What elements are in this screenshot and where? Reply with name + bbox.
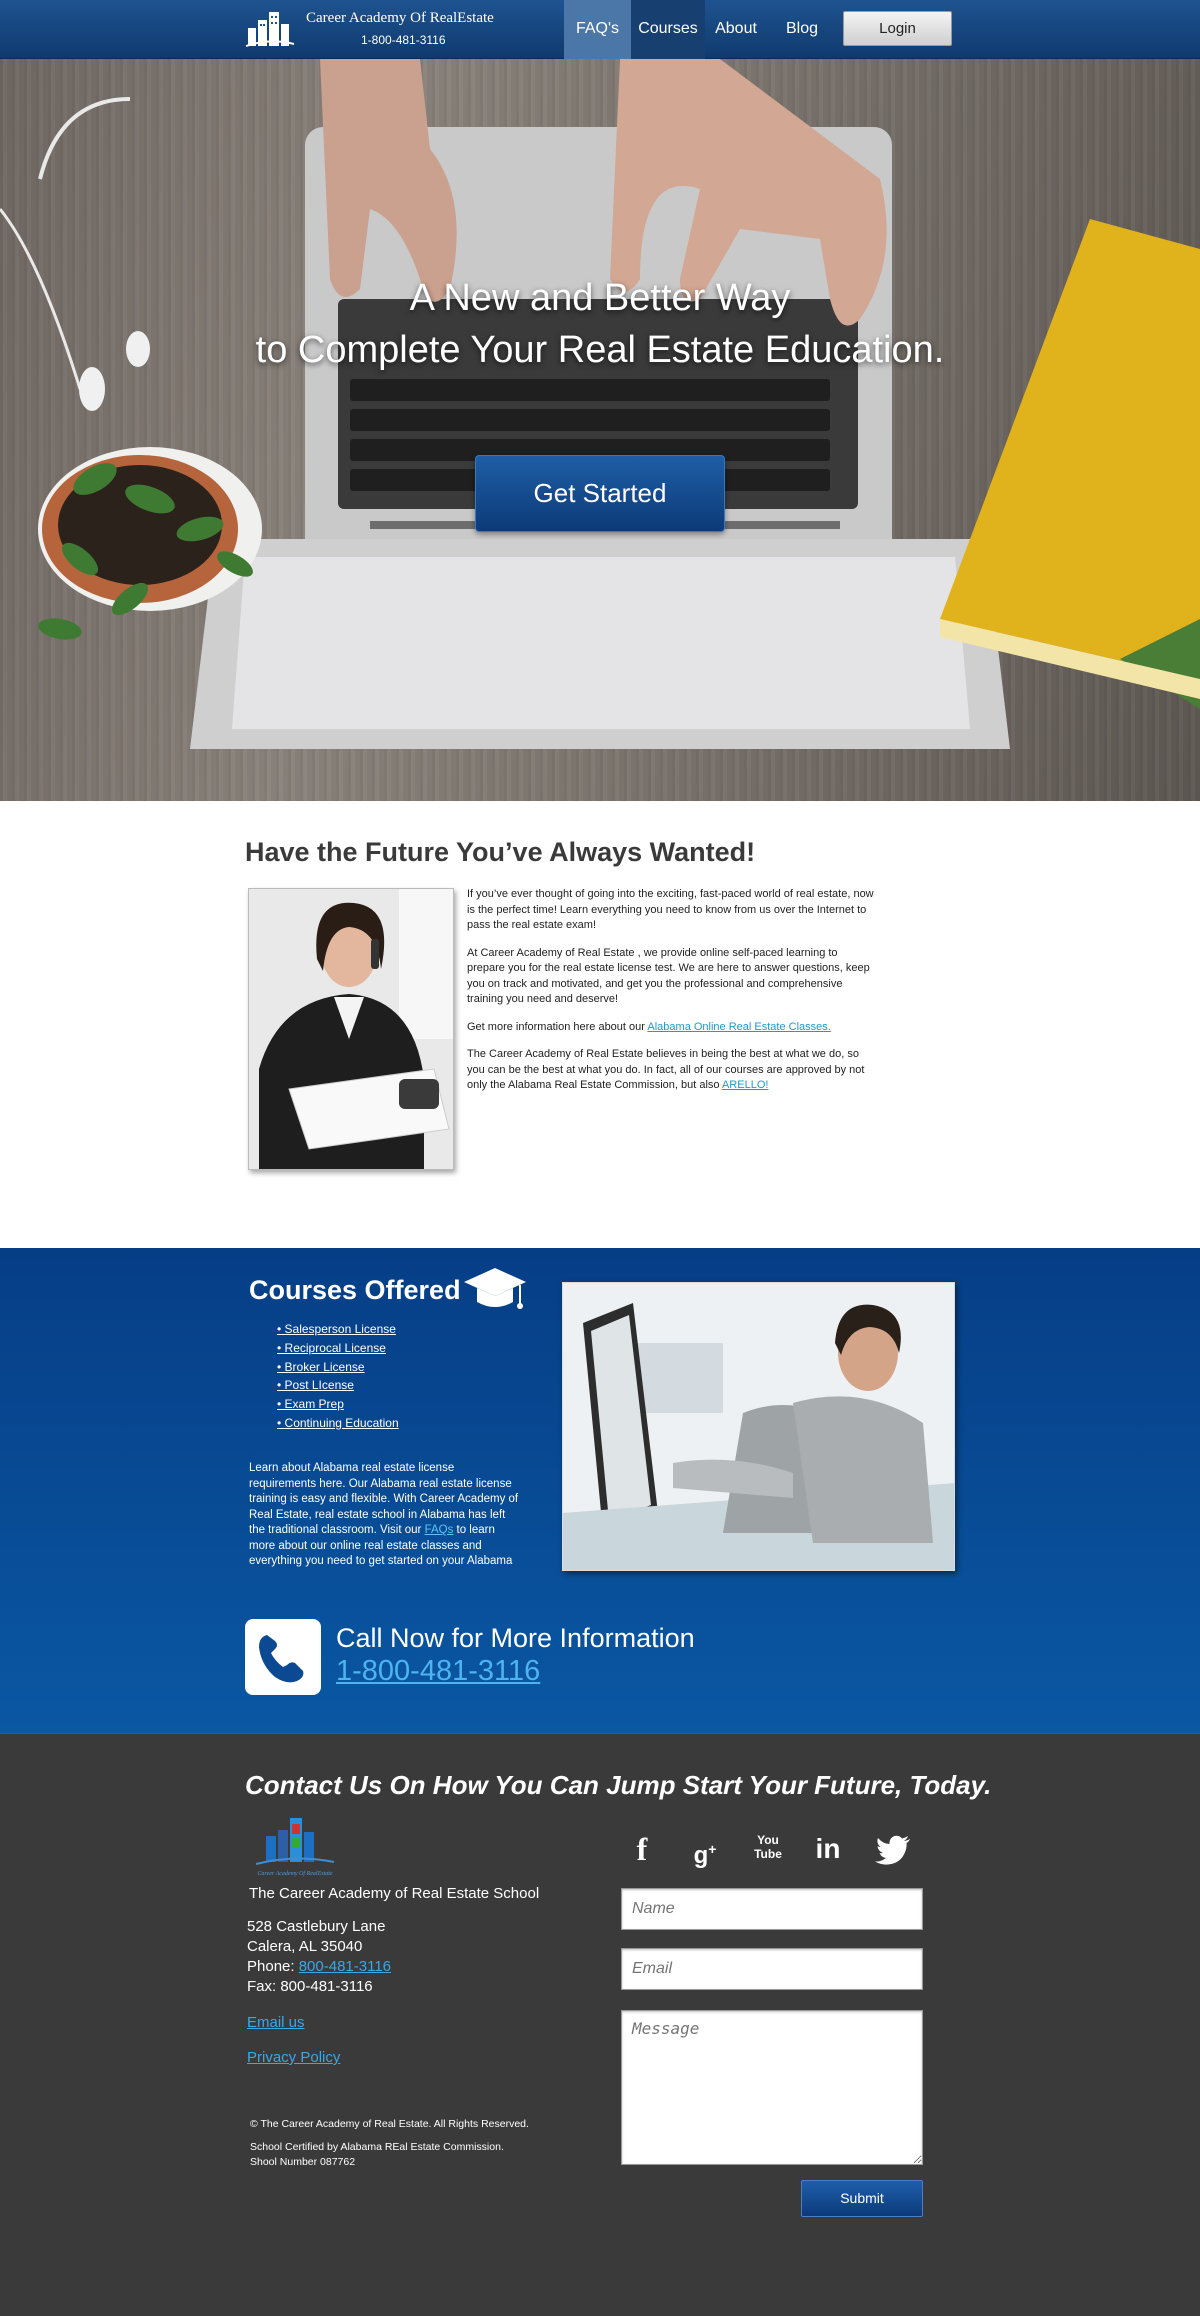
faqs-link[interactable]: FAQs <box>425 1524 454 1536</box>
footer: Contact Us On How You Can Jump Start You… <box>0 1733 1200 2316</box>
businesswoman-photo-image <box>249 889 453 1169</box>
graduation-cap-icon <box>464 1268 526 1309</box>
course-reciprocal-license[interactable]: • Reciprocal License <box>277 1339 399 1358</box>
top-navbar: Career Academy Of RealEstate 1-800-481-3… <box>0 0 1200 59</box>
address-block: 528 Castlebury Lane Calera, AL 35040 Pho… <box>247 1917 391 1997</box>
phone-label: Phone: <box>247 1958 299 1975</box>
nav-about[interactable]: About <box>705 0 767 59</box>
login-button[interactable]: Login <box>843 11 952 46</box>
privacy-policy-link[interactable]: Privacy Policy <box>247 2049 340 2066</box>
hero-title-line2: to Complete Your Real Estate Education. <box>255 329 945 371</box>
youtube-logo-word: You <box>757 1833 779 1847</box>
call-now-title: Call Now for More Information <box>336 1623 695 1653</box>
course-post-license[interactable]: • Post LIcense <box>277 1376 399 1395</box>
intro-paragraph-4: The Career Academy of Real Estate believ… <box>467 1047 877 1094</box>
google-plus-icon[interactable]: g+ <box>685 1829 725 1869</box>
intro-heading: Have the Future You’ve Always Wanted! <box>245 837 756 867</box>
call-now-number[interactable]: 1-800-481-3116 <box>336 1655 540 1688</box>
hero-background-image <box>0 59 1200 749</box>
course-list: • Salesperson License • Reciprocal Licen… <box>277 1320 399 1433</box>
intro-paragraph-4-text: The Career Academy of Real Estate believ… <box>467 1048 865 1091</box>
hero-banner: A New and Better Way to Complete Your Re… <box>0 59 1200 801</box>
footer-logo[interactable]: Career Academy Of RealEstate <box>252 1812 338 1880</box>
intro-paragraph-2: At Career Academy of Real Estate , we pr… <box>467 946 870 1006</box>
youtube-icon[interactable]: You Tube <box>748 1829 788 1869</box>
intro-paragraph-3: Get more information here about our Alab… <box>467 1020 877 1036</box>
businesswoman-photo <box>248 888 454 1170</box>
businessman-photo-image <box>563 1283 954 1570</box>
courses-section: Courses Offered • Salesperson License • … <box>0 1248 1200 1733</box>
name-field[interactable] <box>621 1888 923 1930</box>
facebook-icon[interactable]: f <box>622 1829 662 1869</box>
email-us-link[interactable]: Email us <box>247 2014 305 2031</box>
submit-button[interactable]: Submit <box>801 2180 923 2217</box>
legal-text: © The Career Academy of Real Estate. All… <box>250 2117 529 2170</box>
footer-phone-link[interactable]: 800-481-3116 <box>299 1958 391 1975</box>
businessman-photo <box>562 1282 955 1571</box>
site-logo[interactable]: Career Academy Of RealEstate 1-800-481-3… <box>246 6 506 52</box>
course-broker-license[interactable]: • Broker License <box>277 1358 399 1377</box>
youtube-logo-text-1: You Tube <box>754 1833 782 1861</box>
youtube-logo-icon: You Tube <box>754 1833 782 1861</box>
nav-blog[interactable]: Blog <box>767 0 837 59</box>
school-number: Shool Number 087762 <box>250 2156 356 2168</box>
get-started-button[interactable]: Get Started <box>475 455 725 532</box>
fax-line: Fax: 800-481-3116 <box>247 1978 373 1995</box>
courses-description: Learn about Alabama real estate license … <box>249 1461 524 1570</box>
message-field[interactable] <box>621 2010 923 2165</box>
arello-link[interactable]: ARELLO! <box>722 1079 768 1091</box>
phone-badge[interactable] <box>245 1619 321 1695</box>
social-links: f g+ You Tube in <box>622 1829 924 1869</box>
courses-heading: Courses Offered <box>249 1275 461 1305</box>
youtube-logo-word: Tube <box>754 1847 782 1861</box>
nav-faqs[interactable]: FAQ's <box>564 0 631 59</box>
logo-name: Career Academy Of RealEstate <box>306 10 494 26</box>
intro-text: If you’ve ever thought of going into the… <box>467 887 877 1106</box>
main-nav: FAQ's Courses About Blog <box>564 0 837 59</box>
twitter-bird-icon <box>875 1835 910 1865</box>
address-line-1: 528 Castlebury Lane <box>247 1918 386 1935</box>
course-exam-prep[interactable]: • Exam Prep <box>277 1395 399 1414</box>
phone-icon <box>259 1635 304 1683</box>
building-logo-icon <box>246 12 294 47</box>
logo-phone: 1-800-481-3116 <box>361 33 446 47</box>
course-continuing-education[interactable]: • Continuing Education <box>277 1414 399 1433</box>
footer-logo-name: Career Academy Of RealEstate <box>257 1870 332 1877</box>
intro-paragraph-1: If you’ve ever thought of going into the… <box>467 888 874 931</box>
alabama-classes-link[interactable]: Alabama Online Real Estate Classes. <box>647 1021 830 1033</box>
intro-paragraph-3-text: Get more information here about our <box>467 1020 648 1033</box>
course-salesperson-license[interactable]: • Salesperson License <box>277 1320 399 1339</box>
address-line-2: Calera, AL 35040 <box>247 1938 363 1955</box>
twitter-icon[interactable] <box>874 1829 914 1869</box>
linkedin-icon[interactable]: in <box>808 1829 848 1869</box>
phone-line: Phone: 800-481-3116 <box>247 1957 391 1977</box>
email-field[interactable] <box>621 1948 923 1990</box>
copyright: © The Career Academy of Real Estate. All… <box>250 2118 529 2130</box>
hero-title-line1: A New and Better Way <box>409 277 791 319</box>
contact-heading: Contact Us On How You Can Jump Start You… <box>245 1770 992 1800</box>
certification: School Certified by Alabama REal Estate … <box>250 2141 504 2153</box>
school-name: The Career Academy of Real Estate School <box>249 1885 540 1902</box>
nav-courses[interactable]: Courses <box>631 0 705 59</box>
